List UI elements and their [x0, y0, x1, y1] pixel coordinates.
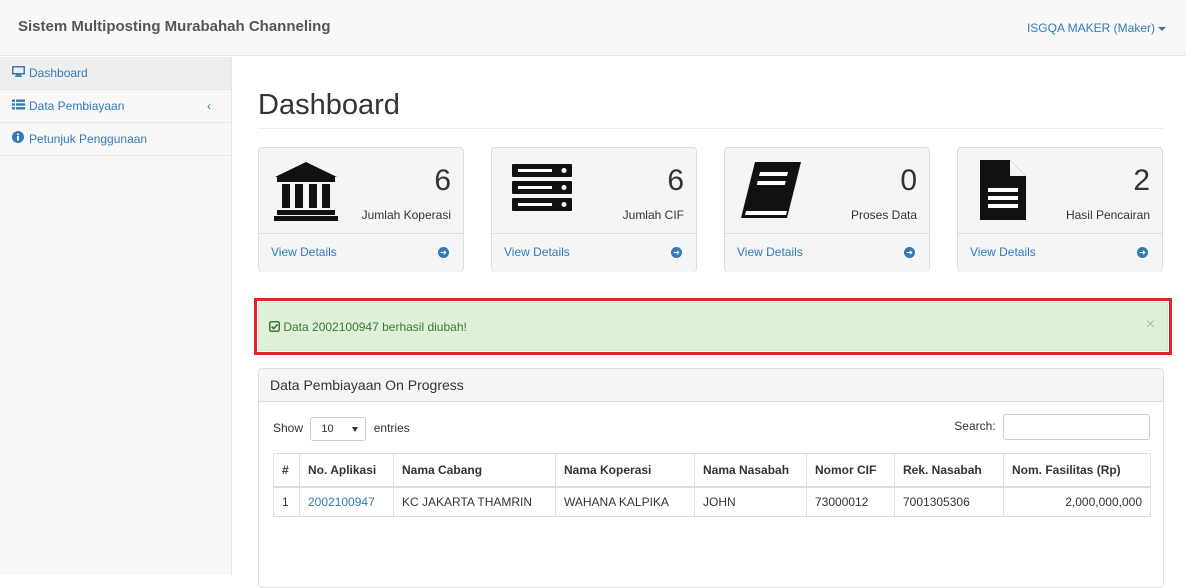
stat-label: Jumlah CIF — [622, 208, 684, 222]
main-content: Dashboard 6 Jumlah Koperasi View Details… — [233, 57, 1186, 588]
data-pembiayaan-panel: Data Pembiayaan On Progress Show 10 entr… — [258, 368, 1164, 588]
caret-down-icon — [1158, 26, 1166, 31]
sidebar: Dashboard Data Pembiayaan ‹ Petunjuk Pen… — [0, 57, 232, 575]
book-icon — [741, 160, 803, 223]
view-details-label: View Details — [271, 245, 337, 259]
success-alert: Data 2002100947 berhasil diubah! × — [258, 302, 1168, 351]
stat-panel-cif: 6 Jumlah CIF View Details ➜ — [491, 147, 697, 272]
column-header[interactable]: Nama Koperasi — [555, 453, 695, 488]
table-row: 1 2002100947 KC JAKARTA THAMRIN WAHANA K… — [273, 486, 1151, 517]
stat-label: Jumlah Koperasi — [361, 208, 451, 222]
list-icon — [12, 90, 25, 123]
arrow-circle-right-icon: ➜ — [904, 247, 915, 258]
page-title: Dashboard — [258, 89, 400, 121]
table-cell: JOHN — [694, 486, 807, 517]
search-label: Search: — [954, 419, 996, 434]
column-header[interactable]: Nomor CIF — [806, 453, 895, 488]
sidebar-item-label: Data Pembiayaan — [29, 99, 125, 113]
view-details-proses-data-link[interactable]: View Details ➜ — [725, 234, 929, 272]
column-header[interactable]: Nama Cabang — [393, 453, 556, 488]
panel-heading: Data Pembiayaan On Progress — [259, 369, 1163, 402]
table-cell: WAHANA KALPIKA — [555, 486, 695, 517]
stat-panel-heading: 2 Hasil Pencairan — [958, 148, 1162, 234]
entries-length-control: Show 10 entries — [273, 417, 410, 441]
stat-label: Proses Data — [850, 208, 917, 222]
user-menu-dropdown[interactable]: ISGQA MAKER (Maker) — [1027, 21, 1166, 35]
table-cell: KC JAKARTA THAMRIN — [393, 486, 556, 517]
sidebar-item-data-pembiayaan[interactable]: Data Pembiayaan ‹ — [0, 90, 231, 123]
stat-panel-koperasi: 6 Jumlah Koperasi View Details ➜ — [258, 147, 464, 272]
column-header[interactable]: Rek. Nasabah — [894, 453, 1004, 488]
table-cell: 7001305306 — [894, 486, 1004, 517]
view-details-koperasi-link[interactable]: View Details ➜ — [259, 234, 463, 272]
view-details-label: View Details — [504, 245, 570, 259]
table-cell: 1 — [273, 486, 300, 517]
caret-down-icon — [352, 427, 359, 432]
sidebar-item-dashboard[interactable]: Dashboard — [0, 57, 231, 90]
entries-label: entries — [373, 421, 410, 436]
stat-panel-hasil-pencairan: 2 Hasil Pencairan View Details ➜ — [957, 147, 1163, 272]
top-navbar: Sistem Multiposting Murabahah Channeling… — [0, 0, 1186, 56]
stat-panel-heading: 6 Jumlah Koperasi — [259, 148, 463, 234]
arrow-circle-right-icon: ➜ — [671, 247, 682, 258]
data-table: # No. Aplikasi Nama Cabang Nama Koperasi… — [273, 453, 1151, 517]
app-brand[interactable]: Sistem Multiposting Murabahah Channeling — [18, 18, 331, 35]
stat-value: 6 — [434, 164, 451, 197]
view-details-hasil-pencairan-link[interactable]: View Details ➜ — [958, 234, 1162, 272]
sidebar-item-label: Dashboard — [29, 66, 88, 80]
chevron-left-icon: ‹ — [207, 99, 211, 113]
info-circle-icon — [12, 123, 25, 156]
stat-value: 2 — [1133, 164, 1150, 197]
check-square-icon — [269, 320, 283, 334]
close-alert-button[interactable]: × — [1146, 316, 1155, 334]
arrow-circle-right-icon: ➜ — [1137, 247, 1148, 258]
view-details-label: View Details — [970, 245, 1036, 259]
table-cell: 73000012 — [806, 486, 895, 517]
monitor-icon — [12, 57, 25, 90]
alert-message-text: Data 2002100947 berhasil diubah! — [283, 320, 467, 334]
view-details-label: View Details — [737, 245, 803, 259]
server-icon — [512, 164, 572, 215]
table-header-row: # No. Aplikasi Nama Cabang Nama Koperasi… — [273, 453, 1151, 488]
entries-select[interactable]: 10 — [310, 417, 367, 441]
stat-panel-heading: 6 Jumlah CIF — [492, 148, 696, 234]
sidebar-item-label: Petunjuk Penggunaan — [29, 132, 148, 146]
stat-panel-proses-data: 0 Proses Data View Details ➜ — [724, 147, 930, 272]
show-label: Show — [273, 421, 304, 436]
bank-icon — [273, 160, 339, 225]
alert-message: Data 2002100947 berhasil diubah! — [269, 320, 467, 334]
column-header[interactable]: No. Aplikasi — [299, 453, 394, 488]
view-details-cif-link[interactable]: View Details ➜ — [492, 234, 696, 272]
stat-panel-heading: 0 Proses Data — [725, 148, 929, 234]
title-divider — [258, 128, 1164, 129]
no-aplikasi-link[interactable]: 2002100947 — [299, 486, 394, 517]
stat-label: Hasil Pencairan — [1065, 208, 1150, 222]
arrow-circle-right-icon: ➜ — [438, 247, 449, 258]
user-menu-label: ISGQA MAKER (Maker) — [1026, 21, 1155, 35]
file-text-icon — [980, 158, 1028, 225]
search-input[interactable] — [1003, 414, 1150, 440]
table-search: Search: — [954, 414, 1150, 440]
stat-value: 0 — [900, 164, 917, 197]
stat-value: 6 — [667, 164, 684, 197]
sidebar-item-petunjuk-penggunaan[interactable]: Petunjuk Penggunaan — [0, 123, 231, 156]
column-header[interactable]: Nama Nasabah — [694, 453, 807, 488]
column-header[interactable]: Nom. Fasilitas (Rp) — [1003, 453, 1151, 488]
column-header[interactable]: # — [273, 453, 300, 488]
entries-select-value: 10 — [321, 423, 334, 435]
table-cell: 2,000,000,000 — [1003, 486, 1151, 517]
